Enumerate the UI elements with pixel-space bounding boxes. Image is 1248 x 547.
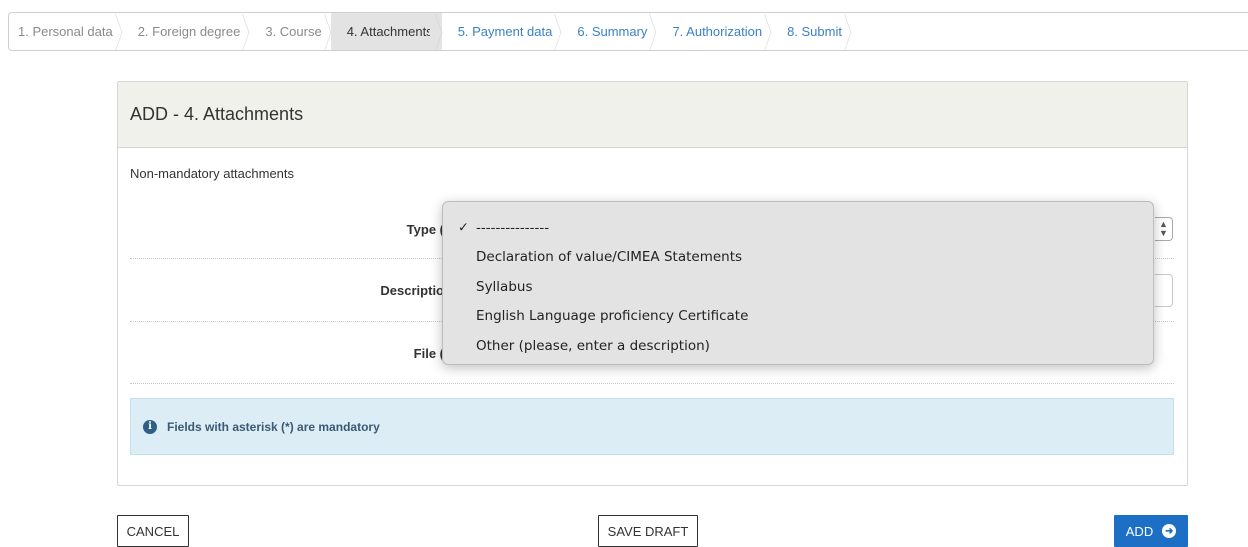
checkmark-icon: ✓: [458, 220, 469, 236]
step-personal-data[interactable]: 1. Personal data: [9, 13, 122, 50]
dropdown-option-empty[interactable]: ✓ ---------------: [443, 213, 1153, 243]
select-arrows-icon: ▲ ▼: [1159, 219, 1168, 238]
cancel-button[interactable]: CANCEL: [117, 515, 189, 547]
description-label: Descriptio: [380, 283, 444, 298]
panel-title: ADD - 4. Attachments: [118, 82, 1187, 148]
file-label: File (: [413, 346, 444, 361]
arrow-right-icon: ➜: [1162, 524, 1177, 538]
mandatory-info-alert: i Fields with asterisk (*) are mandatory: [130, 398, 1174, 455]
panel-subtitle: Non-mandatory attachments: [130, 166, 295, 181]
save-draft-button[interactable]: SAVE DRAFT: [598, 515, 698, 547]
type-select[interactable]: ▲ ▼: [1155, 217, 1173, 241]
type-dropdown-menu: ✓ --------------- Declaration of value/C…: [442, 201, 1154, 365]
type-label: Type (: [406, 222, 444, 237]
step-authorization[interactable]: 7. Authorization: [656, 13, 771, 50]
dropdown-option-other[interactable]: Other (please, enter a description): [443, 331, 1153, 361]
step-payment-data[interactable]: 5. Payment data: [442, 13, 562, 50]
info-icon: i: [143, 419, 157, 434]
step-attachments[interactable]: 4. Attachments: [330, 13, 442, 50]
description-input[interactable]: [1155, 274, 1173, 307]
info-text: Fields with asterisk (*) are mandatory: [167, 419, 380, 434]
dropdown-option-english-certificate[interactable]: English Language proficiency Certificate: [443, 302, 1153, 332]
wizard-steps: 1. Personal data 2. Foreign degree 3. Co…: [8, 12, 1248, 51]
dropdown-option-syllabus[interactable]: Syllabus: [443, 272, 1153, 302]
add-button-label: ADD: [1125, 523, 1154, 539]
step-course[interactable]: 3. Course: [249, 13, 330, 50]
step-foreign-degree[interactable]: 2. Foreign degree: [122, 13, 250, 50]
step-submit[interactable]: 8. Submit: [771, 13, 851, 50]
step-summary[interactable]: 6. Summary: [561, 13, 656, 50]
dropdown-option-declaration[interactable]: Declaration of value/CIMEA Statements: [443, 243, 1153, 273]
add-button[interactable]: ADD ➜: [1114, 515, 1188, 547]
